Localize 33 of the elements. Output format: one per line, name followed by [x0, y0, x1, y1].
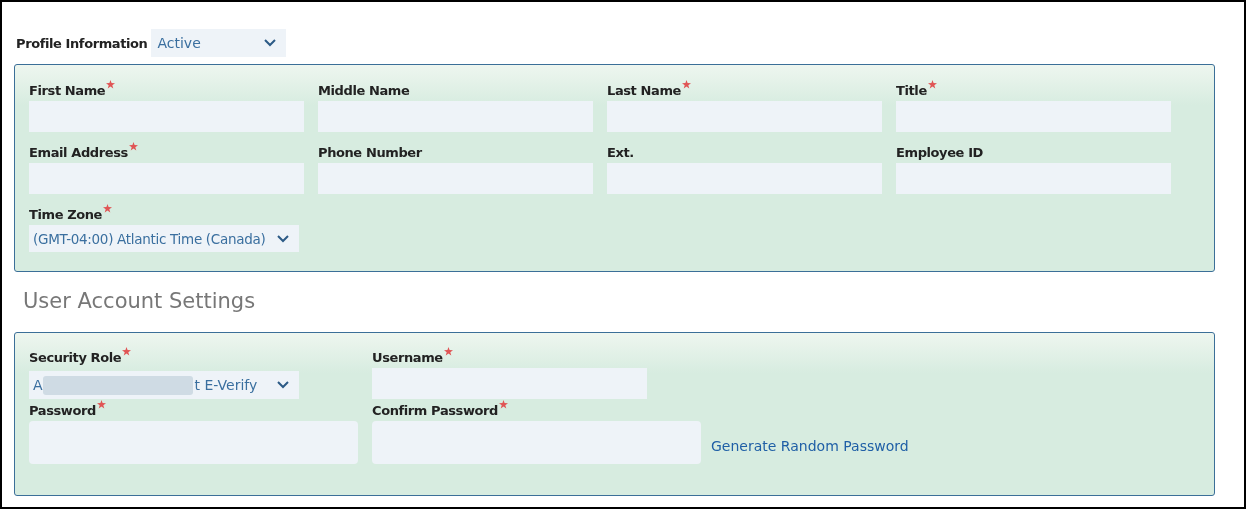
field-label: Ext. [607, 145, 634, 160]
generate-password-link[interactable]: Generate Random Password [711, 438, 1214, 454]
input-field[interactable] [29, 163, 304, 194]
input-field[interactable] [29, 101, 304, 132]
chevron-icon [264, 39, 277, 47]
input-field[interactable] [607, 101, 882, 132]
input-field[interactable] [896, 101, 1171, 132]
input-field[interactable] [607, 163, 882, 194]
chevron-icon [277, 234, 289, 243]
field-label: Last Name [607, 83, 681, 98]
chevron-icon [277, 381, 289, 389]
field-label: First Name [29, 83, 106, 98]
field-label: Employee ID [896, 145, 983, 160]
status-dropdown[interactable]: Active [151, 29, 287, 57]
field-label: Phone Number [318, 145, 422, 160]
input-field[interactable] [318, 163, 593, 194]
field-label: Title [896, 83, 927, 98]
section-label: Profile Information [16, 35, 148, 51]
field-label: Security Role [29, 350, 122, 365]
input-field[interactable] [896, 163, 1171, 194]
field-label: Time Zone [29, 207, 103, 222]
security-role-dropdown[interactable]: A t E-Verify [29, 371, 299, 399]
input-field[interactable] [318, 101, 593, 132]
section-heading: User Account Settings [22, 288, 257, 314]
field-label: Password [29, 403, 96, 418]
field-label: Email Address [29, 145, 128, 160]
time-zone-dropdown[interactable]: (GMT-04:00) Atlantic Time (Canada) [29, 225, 299, 252]
password-field[interactable] [372, 421, 701, 464]
password-field[interactable] [29, 421, 358, 464]
field-label: Confirm Password [372, 403, 498, 418]
input-field[interactable] [372, 368, 647, 399]
field-label: Middle Name [318, 83, 410, 98]
field-label: Username [372, 350, 443, 365]
